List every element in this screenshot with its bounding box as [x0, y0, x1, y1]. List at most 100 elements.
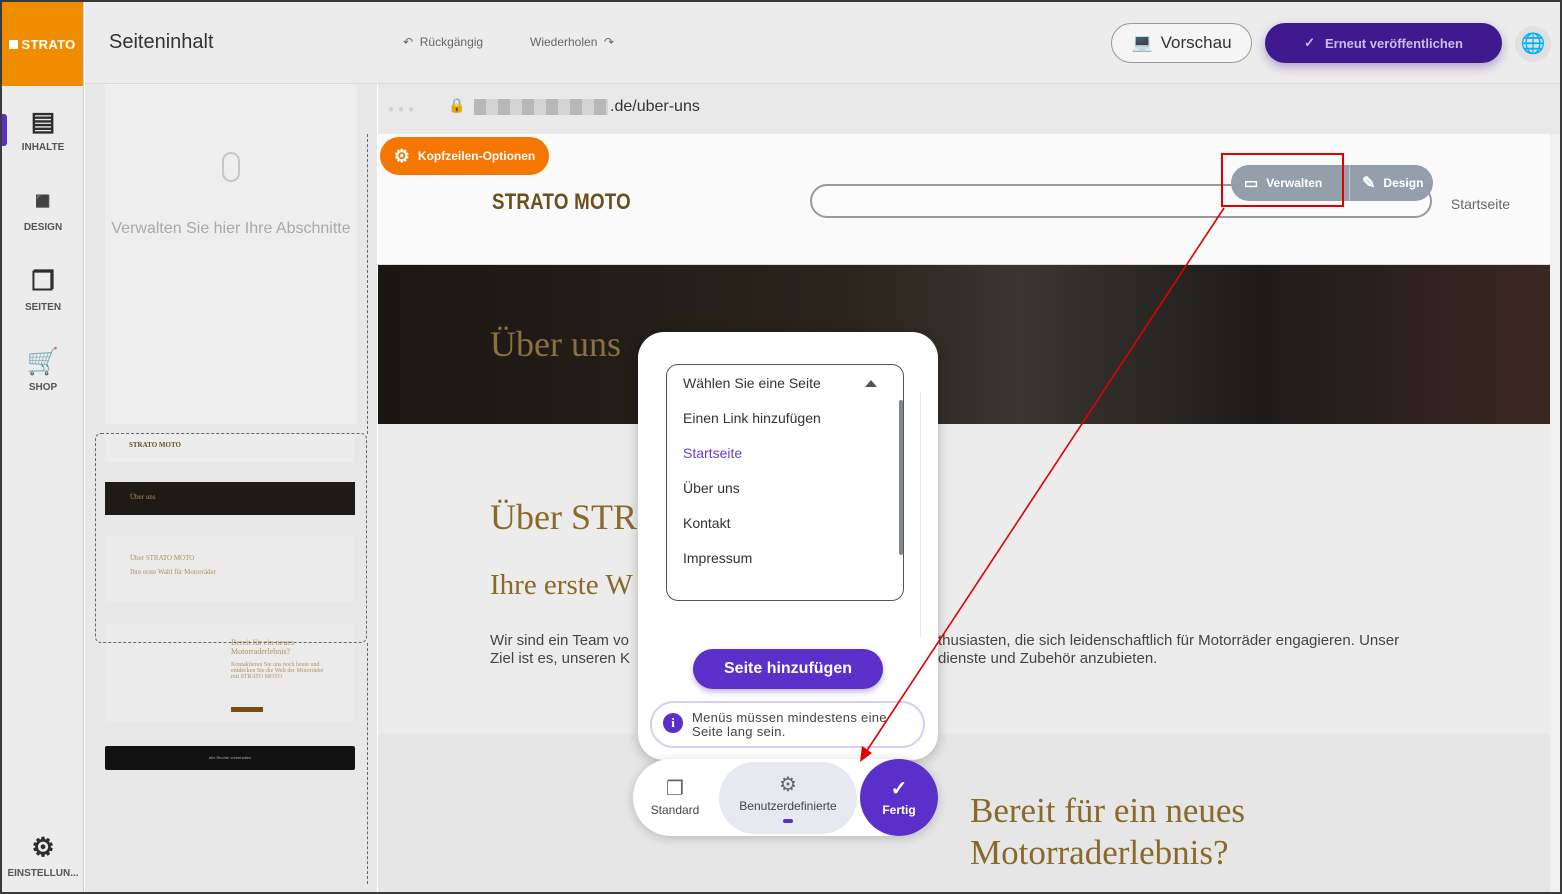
lock-icon: 🔒	[448, 97, 466, 113]
undo-button[interactable]: ↶ Rückgängig	[403, 35, 483, 49]
about-body-right: thusiasten, die sich leidenschaftlich fü…	[938, 632, 1400, 649]
option-uber-uns[interactable]: Über uns	[683, 480, 740, 496]
publish-button[interactable]: ✓ Erneut veröffentlichen	[1265, 23, 1502, 63]
site-logo: STRATO MOTO	[492, 189, 631, 214]
content-icon: ▤	[30, 106, 56, 136]
sections-hint: Verwalten Sie hier Ihre Abschnitte	[105, 84, 357, 424]
rail-label: EINSTELLUN...	[7, 868, 79, 879]
tab-custom[interactable]: ⚙ Benutzerdefinierte	[719, 762, 857, 834]
rail-item-inhalte[interactable]: ▤ INHALTE	[2, 106, 84, 153]
rail-item-seiten[interactable]: ❐ SEITEN	[2, 266, 84, 313]
active-tab-indicator	[783, 818, 793, 823]
menu-dialog: Wählen Sie eine Seite Einen Link hinzufü…	[638, 332, 938, 760]
gear-hand-icon: ⚙	[779, 773, 797, 796]
globe-icon[interactable]: 🌐	[1515, 26, 1551, 62]
tab-standard[interactable]: ❐ Standard	[641, 759, 709, 836]
hero-title: Über uns	[490, 324, 621, 364]
check-icon: ✓	[890, 778, 908, 800]
thumb-cta-text: Kontaktieren Sie uns noch heute und entd…	[231, 662, 324, 680]
check-icon: ✓	[1304, 35, 1315, 50]
preview-button[interactable]: 💻 Vorschau	[1111, 23, 1252, 63]
redo-button[interactable]: Wiederholen ↷	[530, 35, 614, 49]
devices-icon: 💻	[1131, 33, 1153, 52]
option-add-link[interactable]: Einen Link hinzufügen	[683, 410, 821, 426]
annotation-highlight-box	[1221, 153, 1344, 207]
preview-scrollbar[interactable]	[1550, 134, 1560, 892]
about-section[interactable]: Über STR Ihre erste W Wir sind ein Team …	[378, 424, 1550, 734]
tab-label: Fertig	[882, 803, 916, 817]
publish-label: Erneut veröffentlichen	[1324, 35, 1463, 51]
info-message: i Menüs müssen mindestens eine Seite lan…	[650, 701, 925, 748]
rail-label: INHALTE	[21, 142, 65, 153]
mouse-scroll-icon	[222, 152, 240, 182]
header-options-label: Kopfzeilen-Optionen	[417, 149, 536, 163]
info-icon: i	[663, 713, 683, 733]
site-header[interactable]: STRATO MOTO Startseite ⚙ Kopfzeilen-Optio…	[378, 134, 1550, 265]
logo-text: STRATO	[21, 36, 76, 52]
pencil-icon: ✎	[1362, 175, 1376, 192]
done-button[interactable]: ✓ Fertig	[860, 759, 938, 836]
cart-icon: 🛒	[26, 346, 60, 376]
top-bar: Seiteninhalt ↶ Rückgängig Wiederholen ↷ …	[85, 2, 1560, 84]
url-bar: ●●● 🔒 .de/uber-uns	[378, 84, 1560, 134]
select-placeholder[interactable]: Wählen Sie eine Seite	[683, 375, 821, 391]
about-body-left: Wir sind ein Team vo	[490, 632, 629, 649]
left-rail: STRATO ▤ INHALTE ◾ DESIGN ❐ SEITEN 🛒 SHO…	[2, 2, 84, 892]
option-impressum[interactable]: Impressum	[683, 550, 752, 566]
logo-mark-icon	[9, 39, 19, 49]
undo-icon: ↶	[403, 35, 414, 49]
about-body: Wir sind ein Team vo thusiasten, die sic…	[490, 632, 1450, 668]
preview-label: Vorschau	[1160, 33, 1232, 52]
cta-title: Bereit für ein neues Motorraderlebnis?	[970, 791, 1246, 872]
option-kontakt[interactable]: Kontakt	[683, 515, 730, 531]
thumb-footer-text: Alle Rechte vorbehalten	[208, 755, 252, 760]
rail-label: DESIGN	[23, 222, 63, 233]
window-dots-icon: ●●●	[388, 104, 419, 115]
site-preview: STRATO MOTO Startseite ⚙ Kopfzeilen-Optio…	[378, 134, 1550, 892]
rail-label: SHOP	[28, 382, 58, 393]
info-text: Menüs müssen mindestens eine Seite lang …	[692, 710, 887, 739]
design-label: Design	[1383, 176, 1424, 190]
url-text: .de/uber-uns	[610, 98, 700, 115]
about-title: Über STR	[490, 497, 637, 537]
redo-label: Wiederholen	[530, 35, 598, 49]
copy-icon: ❐	[666, 778, 684, 800]
cta-section[interactable]: Bereit für ein neues Motorraderlebnis?	[378, 734, 1550, 892]
selection-outline	[95, 433, 367, 643]
add-page-button[interactable]: Seite hinzufügen	[693, 649, 883, 689]
about-body-right2: dienste und Zubehör anzubieten.	[938, 650, 1158, 667]
dialog-divider	[920, 392, 921, 637]
rail-item-design[interactable]: ◾ DESIGN	[2, 186, 84, 233]
redo-icon: ↷	[604, 35, 615, 49]
gear-icon: ⚙	[31, 832, 55, 862]
option-startseite[interactable]: Startseite	[683, 445, 742, 461]
menu-type-tabs: ❐ Standard ⚙ Benutzerdefinierte ✓ Fertig	[633, 759, 938, 836]
app-window: STRATO ▤ INHALTE ◾ DESIGN ❐ SEITEN 🛒 SHO…	[0, 0, 1562, 894]
thumb-cta-button	[231, 707, 263, 712]
select-scrollbar[interactable]	[899, 400, 903, 555]
design-button[interactable]: ✎ Design	[1349, 165, 1423, 201]
pages-icon: ❐	[31, 266, 55, 296]
page-select[interactable]: Wählen Sie eine Seite Einen Link hinzufü…	[666, 364, 904, 601]
strato-logo[interactable]: STRATO	[2, 2, 83, 86]
tab-label: Benutzerdefinierte	[739, 798, 837, 813]
header-options-button[interactable]: ⚙ Kopfzeilen-Optionen	[380, 137, 549, 175]
blurred-domain	[474, 99, 608, 115]
page-title: Seiteninhalt	[109, 31, 214, 53]
about-subtitle: Ihre erste W	[490, 569, 633, 601]
hero-section[interactable]: Über uns	[378, 265, 1550, 424]
rail-item-settings[interactable]: ⚙ EINSTELLUN...	[2, 832, 84, 879]
tab-label: Standard	[650, 803, 700, 817]
rail-item-shop[interactable]: 🛒 SHOP	[2, 346, 84, 393]
undo-label: Rückgängig	[419, 35, 484, 49]
hint-text: Verwalten Sie hier Ihre Abschnitte	[111, 220, 351, 237]
caret-up-icon[interactable]	[865, 380, 877, 387]
design-icon: ◾	[26, 186, 60, 216]
nav-item-startseite[interactable]: Startseite	[1451, 196, 1510, 212]
section-thumb-footer[interactable]: Alle Rechte vorbehalten	[105, 746, 355, 770]
selection-outline	[367, 643, 368, 884]
rail-label: SEITEN	[24, 302, 62, 313]
selection-outline	[367, 134, 368, 434]
gear-icon: ⚙	[393, 145, 410, 166]
about-body-left2: Ziel ist es, unseren K	[490, 650, 631, 667]
